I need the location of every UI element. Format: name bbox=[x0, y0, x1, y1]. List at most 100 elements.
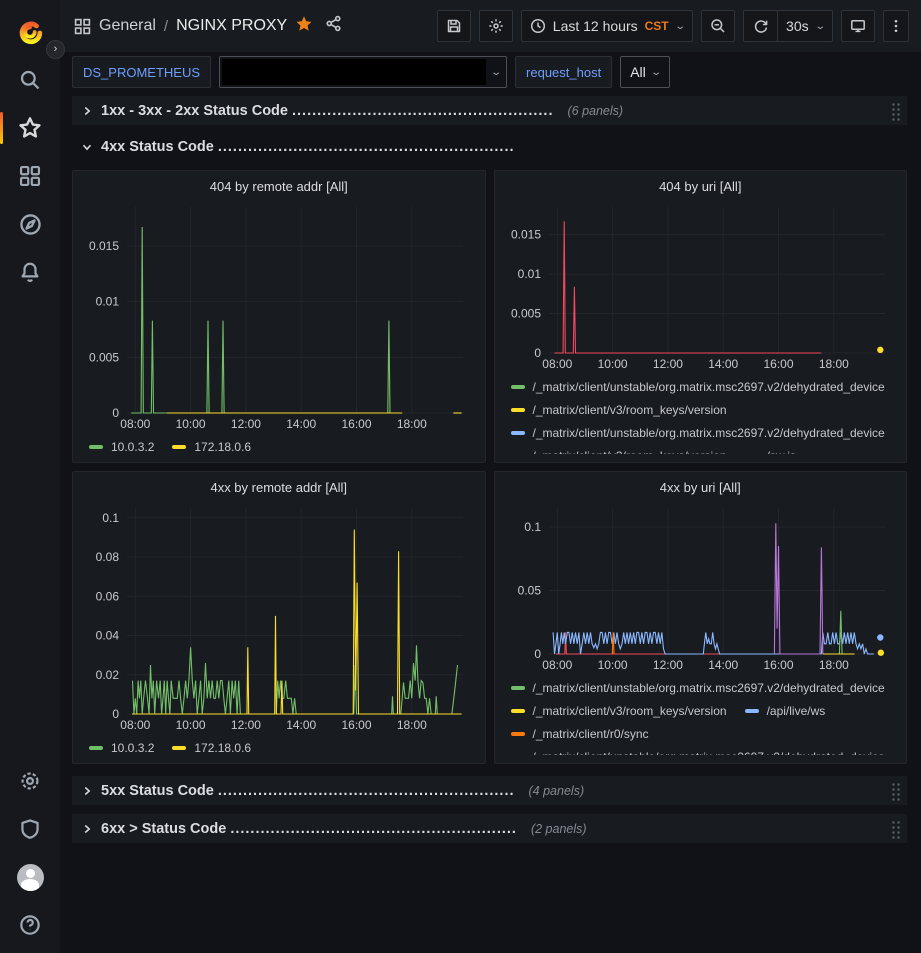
svg-text:0: 0 bbox=[112, 406, 119, 420]
svg-text:0.1: 0.1 bbox=[524, 520, 541, 534]
legend-item[interactable]: /_matrix/client/v3/room_keys/version bbox=[511, 699, 727, 722]
tv-mode-button[interactable] bbox=[841, 10, 875, 42]
legend-swatch bbox=[511, 686, 525, 690]
variable-request-host-label[interactable]: request_host bbox=[515, 56, 612, 88]
chevron-down-icon: ⌄ bbox=[490, 67, 502, 78]
row-title: 4xx Status Code bbox=[101, 139, 214, 155]
legend-label: /_matrix/client/unstable/org.matrix.msc2… bbox=[533, 681, 885, 695]
legend-item[interactable]: 10.0.3.2 bbox=[89, 435, 154, 454]
legend-item[interactable]: /_matrix/client/unstable/org.matrix.msc2… bbox=[511, 421, 885, 444]
legend-item[interactable]: 172.18.0.6 bbox=[172, 736, 251, 755]
legend-swatch bbox=[745, 709, 759, 713]
legend-item[interactable]: /api/live/ws bbox=[745, 699, 826, 722]
chart-canvas[interactable]: 08:0010:0012:0014:0016:0018:0000.0050.01… bbox=[505, 201, 897, 373]
svg-text:0.06: 0.06 bbox=[96, 589, 120, 603]
legend-item[interactable]: 10.0.3.2 bbox=[89, 736, 154, 755]
sidebar-item-help[interactable] bbox=[8, 905, 52, 945]
panel-4xx-by-uri: 4xx by uri [All] 08:0010:0012:0014:0016:… bbox=[494, 471, 908, 764]
legend-item[interactable]: 172.18.0.6 bbox=[172, 435, 251, 454]
chart-plot[interactable]: 08:0010:0012:0014:0016:0018:0000.050.1 bbox=[505, 502, 897, 674]
search-icon bbox=[19, 69, 41, 91]
zoom-out-icon bbox=[710, 18, 726, 34]
time-range-label: Last 12 hours bbox=[553, 18, 638, 34]
row-leader: ........................................… bbox=[230, 821, 517, 837]
chart-plot[interactable]: 08:0010:0012:0014:0016:0018:0000.0050.01… bbox=[505, 201, 897, 373]
legend-label: /api/live/ws bbox=[767, 704, 826, 718]
chevron-down-icon: ⌄ bbox=[814, 21, 826, 32]
legend-item[interactable]: /_matrix/client/unstable/org.matrix.msc2… bbox=[511, 745, 885, 755]
sidebar-item-explore[interactable] bbox=[8, 204, 52, 244]
legend-item[interactable]: /_matrix/client/r0/sync bbox=[511, 722, 649, 745]
row-drag-handle[interactable] bbox=[891, 819, 901, 839]
timezone-label: CST bbox=[645, 19, 669, 33]
row-6xx[interactable]: 6xx > Status Code ......................… bbox=[72, 814, 907, 843]
refresh-button[interactable] bbox=[743, 10, 777, 42]
avatar bbox=[17, 864, 44, 891]
dashboard-settings-button[interactable] bbox=[479, 10, 513, 42]
chart-plot[interactable]: 08:0010:0012:0014:0016:0018:0000.020.040… bbox=[83, 502, 475, 734]
variable-request-host-select[interactable]: All ⌄ bbox=[620, 56, 670, 88]
variable-ds-prometheus-select[interactable]: ⌄ bbox=[219, 56, 507, 88]
bell-icon bbox=[19, 261, 41, 283]
share-button[interactable] bbox=[325, 15, 342, 37]
save-dashboard-button[interactable] bbox=[437, 10, 471, 42]
panel-404-by-uri: 404 by uri [All] 08:0010:0012:0014:0016:… bbox=[494, 170, 908, 463]
legend-item[interactable]: /_matrix/client/v3/room_keys/version bbox=[511, 398, 727, 421]
time-range-button[interactable]: Last 12 hours CST ⌄ bbox=[521, 10, 693, 42]
chart-canvas[interactable]: 08:0010:0012:0014:0016:0018:0000.050.1 bbox=[505, 502, 897, 674]
sidebar-item-profile[interactable] bbox=[8, 857, 52, 897]
row-4xx[interactable]: 4xx Status Code ........................… bbox=[72, 134, 907, 160]
svg-text:0: 0 bbox=[534, 647, 541, 661]
legend-item[interactable]: /_matrix/client/v3/room_keys/version bbox=[511, 444, 727, 454]
chart-plot[interactable]: 08:0010:0012:0014:0016:0018:0000.0050.01… bbox=[83, 201, 475, 433]
row-panel-count: (4 panels) bbox=[529, 784, 585, 798]
row-5xx[interactable]: 5xx Status Code ........................… bbox=[72, 776, 907, 805]
variable-ds-prometheus-label[interactable]: DS_PROMETHEUS bbox=[72, 56, 211, 88]
gear-icon bbox=[19, 770, 41, 792]
panel-title[interactable]: 4xx by uri [All] bbox=[505, 480, 897, 502]
sidebar-item-configuration[interactable] bbox=[8, 761, 52, 801]
refresh-interval-dropdown[interactable]: 30s ⌄ bbox=[777, 10, 833, 42]
legend-swatch bbox=[89, 746, 103, 750]
legend-label: /_matrix/client/unstable/org.matrix.msc2… bbox=[533, 380, 885, 394]
row-drag-handle[interactable] bbox=[891, 101, 901, 121]
panel-title[interactable]: 404 by remote addr [All] bbox=[83, 179, 475, 201]
panel-4xx-by-remote-addr: 4xx by remote addr [All] 08:0010:0012:00… bbox=[72, 471, 486, 764]
svg-text:16:00: 16:00 bbox=[763, 357, 793, 371]
sidebar-expand-button[interactable]: › bbox=[46, 40, 65, 59]
sidebar-item-search[interactable] bbox=[8, 60, 52, 100]
svg-text:18:00: 18:00 bbox=[818, 658, 848, 672]
favorite-star-button[interactable] bbox=[295, 15, 313, 38]
legend-item[interactable]: /_matrix/client/unstable/org.matrix.msc2… bbox=[511, 375, 885, 398]
sidebar bbox=[0, 0, 60, 953]
row-title: 6xx > Status Code bbox=[101, 821, 226, 837]
chevron-down-icon bbox=[80, 140, 94, 154]
panel-title[interactable]: 4xx by remote addr [All] bbox=[83, 480, 475, 502]
clock-icon bbox=[530, 18, 546, 34]
svg-text:0.005: 0.005 bbox=[510, 307, 540, 321]
kebab-icon bbox=[888, 18, 904, 34]
legend-label: /sw.js bbox=[767, 449, 796, 455]
zoom-out-button[interactable] bbox=[701, 10, 735, 42]
svg-text:10:00: 10:00 bbox=[597, 357, 627, 371]
chevron-down-icon: ⌄ bbox=[650, 67, 662, 78]
row-title: 5xx Status Code bbox=[101, 783, 214, 799]
panel-grid: 404 by remote addr [All] 08:0010:0012:00… bbox=[72, 170, 907, 764]
legend-item[interactable]: /_matrix/client/unstable/org.matrix.msc2… bbox=[511, 676, 885, 699]
row-drag-handle[interactable] bbox=[891, 781, 901, 801]
legend-label: 10.0.3.2 bbox=[111, 440, 154, 454]
kebab-menu-button[interactable] bbox=[883, 10, 909, 42]
chart-canvas[interactable]: 08:0010:0012:0014:0016:0018:0000.020.040… bbox=[83, 502, 475, 734]
breadcrumb-dashboard-title[interactable]: NGINX PROXY bbox=[176, 17, 287, 35]
sidebar-item-alerting[interactable] bbox=[8, 252, 52, 292]
panel-title[interactable]: 404 by uri [All] bbox=[505, 179, 897, 201]
row-1xx-3xx-2xx[interactable]: 1xx - 3xx - 2xx Status Code ............… bbox=[72, 96, 907, 125]
chart-canvas[interactable]: 08:0010:0012:0014:0016:0018:0000.0050.01… bbox=[83, 201, 475, 433]
sidebar-item-server-admin[interactable] bbox=[8, 809, 52, 849]
sidebar-item-dashboards[interactable] bbox=[8, 156, 52, 196]
svg-text:0: 0 bbox=[534, 346, 541, 360]
legend-item[interactable]: /sw.js bbox=[745, 444, 796, 454]
sidebar-item-starred[interactable] bbox=[8, 108, 52, 148]
breadcrumb-folder[interactable]: General bbox=[99, 17, 156, 35]
legend-label: 10.0.3.2 bbox=[111, 741, 154, 755]
